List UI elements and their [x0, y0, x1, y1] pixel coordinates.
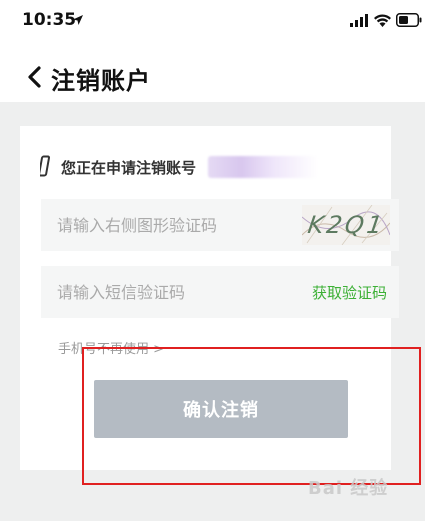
captcha-image[interactable]: K2Q1 — [302, 205, 390, 245]
get-code-button[interactable]: 获取验证码 — [312, 282, 387, 303]
captcha-text: K2Q1 — [306, 211, 388, 239]
sms-code-input[interactable] — [57, 266, 287, 318]
phone-icon — [40, 155, 51, 177]
nav-bar: 注销账户 — [0, 44, 425, 102]
sms-field: 获取验证码 — [41, 266, 399, 318]
phone-unused-link[interactable]: 手机号不再使用 > — [58, 338, 164, 357]
captcha-field: K2Q1 — [41, 199, 399, 251]
confirm-deactivate-button[interactable]: 确认注销 — [94, 380, 348, 438]
captcha-input[interactable] — [57, 199, 287, 251]
wifi-icon — [374, 14, 391, 27]
status-time: 10:35 — [22, 10, 77, 30]
account-label: 您正在申请注销账号 — [61, 159, 197, 177]
status-bar: 10:35 — [0, 0, 425, 44]
page-title: 注销账户 — [51, 67, 151, 95]
signal-icon — [350, 14, 368, 27]
location-arrow-icon — [73, 15, 83, 25]
watermark: Bai 经验 — [308, 478, 389, 499]
chevron-left-icon[interactable] — [26, 66, 42, 88]
deactivate-card: 您正在申请注销账号 K2Q1 获取验证码 手机号不再使用 > 确认注销 — [20, 126, 399, 470]
account-number-masked — [208, 156, 318, 178]
battery-icon — [396, 13, 422, 27]
